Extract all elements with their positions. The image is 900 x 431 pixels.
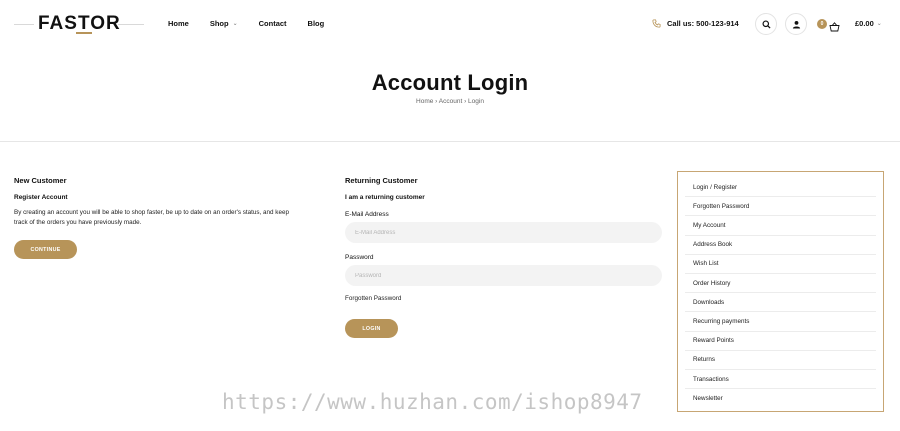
email-label: E-Mail Address	[345, 211, 389, 218]
nav-item-contact[interactable]: Contact	[259, 19, 287, 28]
chevron-down-icon: ⌄	[876, 21, 882, 27]
divider	[0, 141, 900, 142]
breadcrumb[interactable]: Home › Account › Login	[0, 98, 900, 105]
nav-label: Shop	[209, 19, 229, 28]
password-label: Password	[345, 254, 374, 261]
basket-icon	[829, 22, 840, 32]
user-icon	[792, 20, 800, 29]
call-text: Call us: 500-123-914	[667, 19, 739, 28]
register-description-line: track of the orders you have previously …	[14, 218, 142, 226]
continue-button[interactable]: CONTINUE	[14, 240, 77, 259]
nav-item-blog[interactable]: Blog	[308, 19, 325, 28]
call-us[interactable]: Call us: 500-123-914	[652, 19, 739, 28]
returning-customer-heading: Returning Customer	[345, 176, 418, 185]
account-button[interactable]	[785, 13, 807, 35]
register-description-line: By creating an account you will be able …	[14, 209, 289, 216]
nav-label: Blog	[307, 19, 325, 28]
search-button[interactable]	[755, 13, 777, 35]
cart-total[interactable]: £0.00 ⌄	[855, 19, 882, 28]
phone-icon	[652, 19, 661, 28]
watermark: https://www.huzhan.com/ishop8947	[222, 390, 643, 414]
sidebar-item-wish-list[interactable]: Wish List	[685, 255, 876, 274]
sidebar-item-my-account[interactable]: My Account	[685, 216, 876, 236]
nav-label: Contact	[258, 19, 287, 28]
sidebar-item-downloads[interactable]: Downloads	[685, 293, 876, 313]
logo-accent	[76, 32, 92, 34]
register-description: By creating an account you will be able …	[14, 208, 334, 227]
login-button[interactable]: LOGIN	[345, 319, 398, 338]
sidebar-item-address-book[interactable]: Address Book	[685, 236, 876, 255]
password-field[interactable]	[345, 265, 662, 286]
sidebar-item-forgotten-password[interactable]: Forgotten Password	[685, 197, 876, 217]
register-account-subheading: Register Account	[14, 194, 68, 201]
account-sidebar: Login / Register Forgotten Password My A…	[677, 171, 884, 412]
nav-item-shop[interactable]: Shop ⌄	[210, 19, 238, 28]
cart-button[interactable]	[829, 19, 840, 32]
logo-line-right	[118, 24, 144, 25]
logo[interactable]: FASTOR	[14, 12, 144, 36]
page-title: Account Login	[371, 70, 529, 95]
sidebar-item-recurring-payments[interactable]: Recurring payments	[685, 312, 876, 332]
search-icon	[761, 19, 771, 29]
forgotten-password-link[interactable]: Forgotten Password	[345, 295, 401, 302]
nav-label: Home	[168, 19, 189, 28]
sidebar-item-login-register[interactable]: Login / Register	[685, 178, 876, 198]
cart-total-value: £0.00	[855, 19, 874, 28]
sidebar-item-transactions[interactable]: Transactions	[685, 370, 876, 390]
email-field[interactable]	[345, 222, 662, 243]
sidebar-item-returns[interactable]: Returns	[685, 351, 876, 370]
sidebar-item-reward-points[interactable]: Reward Points	[685, 332, 876, 351]
new-customer-heading: New Customer	[14, 176, 67, 185]
chevron-down-icon: ⌄	[232, 21, 238, 27]
cart-count-badge: 0	[817, 19, 827, 29]
main-nav: Home Shop ⌄ Contact Blog	[168, 19, 324, 28]
returning-customer-subheading: I am a returning customer	[345, 194, 425, 201]
site-header: FASTOR Home Shop ⌄ Contact Blog Call us: …	[0, 0, 900, 48]
logo-line-left	[14, 24, 34, 25]
sidebar-item-newsletter[interactable]: Newsletter	[685, 389, 876, 408]
nav-item-home[interactable]: Home	[168, 19, 189, 28]
sidebar-item-order-history[interactable]: Order History	[685, 274, 876, 294]
